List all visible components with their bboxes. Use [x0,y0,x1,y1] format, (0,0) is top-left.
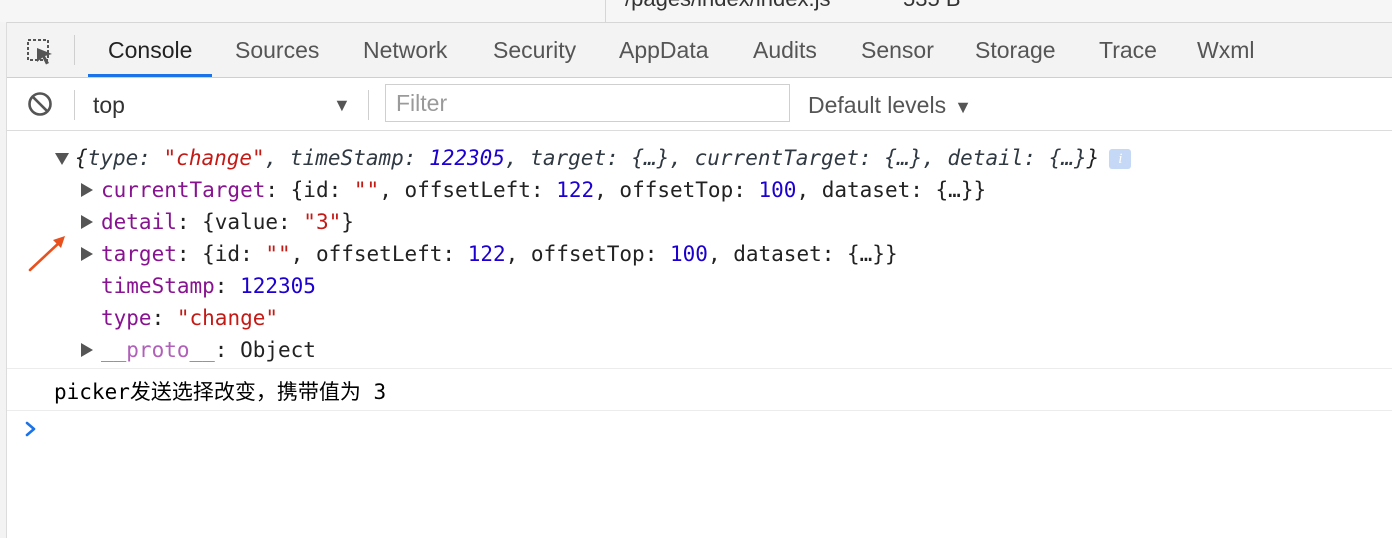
console-toolbar: top ▼ Default levels ▼ [7,78,1392,131]
console-prompt-icon[interactable] [21,417,41,441]
file-size: 535 B [903,0,961,12]
prop-target[interactable]: target: {id: "", offsetLeft: 122, offset… [101,238,898,270]
collapse-triangle-icon[interactable] [55,153,69,165]
message-divider [7,368,1392,369]
dropdown-caret-icon: ▼ [954,97,972,117]
prop-detail[interactable]: detail: {value: "3"} [101,206,354,238]
file-strip: /pages/index/index.js 535 B [0,0,1392,23]
devtools-tab-bar: Console Sources Network Security AppData… [7,23,1392,78]
tab-storage[interactable]: Storage [955,23,1076,77]
object-summary[interactable]: {type: "change", timeStamp: 122305, targ… [75,142,1132,174]
message-divider [7,410,1392,411]
prop-proto[interactable]: __proto__: Object [101,334,316,366]
tab-sources[interactable]: Sources [215,23,339,77]
tab-trace[interactable]: Trace [1079,23,1177,77]
tab-appdata[interactable]: AppData [599,23,729,77]
info-icon[interactable]: i [1109,149,1132,169]
expand-triangle-icon[interactable] [81,343,93,357]
tab-network[interactable]: Network [343,23,467,77]
clear-console-icon[interactable] [27,91,53,117]
log-message: picker发送选择改变，携带值为 3 [54,380,387,404]
console-output: {type: "change", timeStamp: 122305, targ… [7,131,1392,538]
context-selector[interactable]: top ▼ [93,90,353,120]
tab-sensor[interactable]: Sensor [841,23,954,77]
levels-label: Default levels [808,92,947,118]
tab-security[interactable]: Security [473,23,596,77]
log-levels-dropdown[interactable]: Default levels ▼ [808,90,972,122]
prop-type: type: "change" [101,306,279,330]
prop-timeStamp: timeStamp: 122305 [101,274,316,298]
inspect-element-icon[interactable] [25,37,55,67]
expand-triangle-icon[interactable] [81,183,93,197]
expand-triangle-icon[interactable] [81,215,93,229]
tab-separator [74,35,75,65]
expand-triangle-icon[interactable] [81,247,93,261]
file-path[interactable]: /pages/index/index.js [625,0,830,12]
annotation-arrow-icon [28,236,65,272]
dropdown-caret-icon: ▼ [333,95,351,115]
left-edge [0,22,7,538]
filter-input[interactable] [385,84,790,122]
tab-wxml[interactable]: Wxml [1177,23,1274,77]
toolbar-separator [74,90,75,120]
prop-currentTarget[interactable]: currentTarget: {id: "", offsetLeft: 122,… [101,174,986,206]
toolbar-separator [368,90,369,120]
tab-audits[interactable]: Audits [733,23,837,77]
column-divider [605,0,606,22]
tab-console[interactable]: Console [88,23,213,77]
context-value: top [93,92,125,118]
